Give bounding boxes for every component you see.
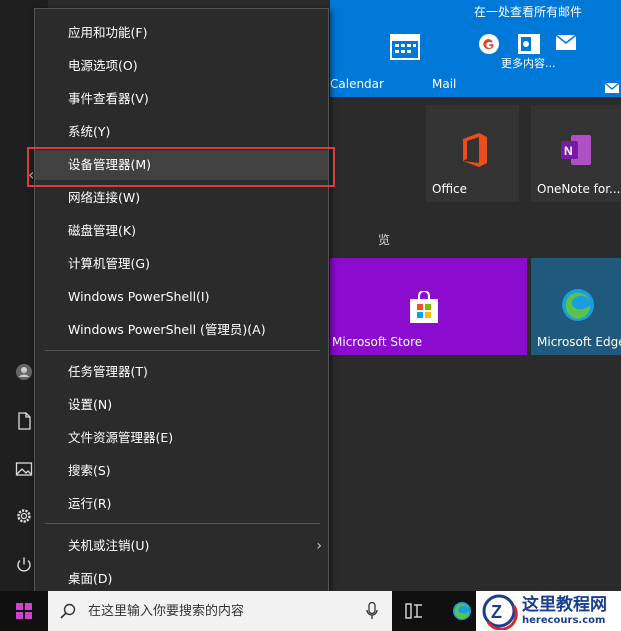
- documents-icon[interactable]: [14, 411, 34, 431]
- menu-item-label: 电源选项(O): [68, 58, 138, 73]
- menu-item-search[interactable]: 搜索(S): [35, 456, 328, 486]
- outlook-icon: [518, 34, 540, 54]
- user-avatar-icon[interactable]: [14, 362, 34, 382]
- google-icon: [479, 34, 499, 54]
- watermark-logo-icon: Z: [482, 594, 518, 630]
- menu-item-computer-management[interactable]: 计算机管理(G): [35, 249, 328, 279]
- task-view-icon[interactable]: [404, 601, 424, 621]
- watermark-title: 这里教程网: [522, 595, 607, 615]
- power-icon[interactable]: [14, 555, 34, 575]
- menu-item-event-viewer[interactable]: 事件查看器(V): [35, 84, 328, 114]
- menu-item-power-options[interactable]: 电源选项(O): [35, 51, 328, 81]
- settings-gear-icon[interactable]: [14, 506, 34, 526]
- microsoft-store-tile[interactable]: Microsoft Store: [330, 258, 527, 355]
- svg-text:N: N: [564, 144, 573, 158]
- menu-item-apps-features[interactable]: 应用和功能(F): [35, 18, 328, 48]
- windows-logo-icon: [16, 603, 32, 619]
- menu-item-label: 关机或注销(U): [68, 538, 150, 553]
- menu-item-system[interactable]: 系统(Y): [35, 117, 328, 147]
- search-icon: [60, 603, 76, 619]
- mail-more-text: 更多内容...: [501, 57, 556, 70]
- site-watermark: Z 这里教程网 herecours.com: [476, 591, 621, 631]
- mail-badge-icon: [605, 83, 619, 93]
- menu-item-label: 网络连接(W): [68, 190, 141, 205]
- onenote-tile[interactable]: N OneNote for...: [531, 105, 621, 202]
- edge-taskbar-icon[interactable]: [452, 601, 472, 621]
- menu-item-label: 计算机管理(G): [68, 256, 150, 271]
- menu-item-file-explorer[interactable]: 文件资源管理器(E): [35, 423, 328, 453]
- menu-item-label: 应用和功能(F): [68, 25, 148, 40]
- menu-item-label: 搜索(S): [68, 463, 111, 478]
- menu-item-label: 磁盘管理(K): [68, 223, 136, 238]
- start-button[interactable]: [0, 591, 48, 631]
- pictures-icon[interactable]: [14, 459, 34, 479]
- menu-item-disk-management[interactable]: 磁盘管理(K): [35, 216, 328, 246]
- menu-item-label: 任务管理器(T): [68, 364, 148, 379]
- menu-item-desktop[interactable]: 桌面(D): [35, 564, 328, 594]
- office-tile-label: Office: [432, 182, 468, 196]
- menu-item-label: Windows PowerShell(I): [68, 289, 210, 304]
- menu-item-label: Windows PowerShell (管理员)(A): [68, 322, 266, 337]
- taskbar-search-box[interactable]: [48, 591, 392, 631]
- tile-group-title: 览: [378, 233, 391, 247]
- envelope-icon: [556, 35, 576, 50]
- menu-item-network-connections[interactable]: 网络连接(W): [35, 183, 328, 213]
- onenote-icon: N: [561, 135, 591, 165]
- menu-item-settings[interactable]: 设置(N): [35, 390, 328, 420]
- calendar-icon: [390, 34, 420, 60]
- store-tile-label: Microsoft Store: [332, 335, 423, 349]
- menu-item-label: 文件资源管理器(E): [68, 430, 174, 445]
- menu-item-label: 事件查看器(V): [68, 91, 149, 106]
- edge-icon: [562, 289, 594, 321]
- menu-item-label: 运行(R): [68, 496, 112, 511]
- menu-item-label: 设置(N): [68, 397, 113, 412]
- mail-tile-header: 在一处查看所有邮件: [474, 5, 583, 19]
- office-icon: [463, 133, 487, 167]
- edge-tile-label: Microsoft Edge: [537, 335, 621, 349]
- menu-separator: [45, 523, 320, 524]
- mail-tile[interactable]: 在一处查看所有邮件 更多内容... Mail: [426, 0, 621, 97]
- onenote-tile-label: OneNote for...: [537, 182, 621, 196]
- menu-item-label: 系统(Y): [68, 124, 111, 139]
- menu-item-shutdown-signout[interactable]: 关机或注销(U) ›: [35, 531, 328, 561]
- store-bag-icon: [410, 291, 438, 323]
- calendar-tile-label: Calendar: [330, 77, 384, 91]
- mail-tile-label: Mail: [432, 77, 457, 91]
- search-input[interactable]: [86, 602, 360, 620]
- winx-context-menu: 应用和功能(F) 电源选项(O) 事件查看器(V) 系统(Y) 设备管理器(M)…: [34, 8, 329, 603]
- menu-item-label: 桌面(D): [68, 571, 113, 586]
- menu-item-powershell-admin[interactable]: Windows PowerShell (管理员)(A): [35, 315, 328, 345]
- highlight-annotation-box: [27, 147, 335, 187]
- menu-item-task-manager[interactable]: 任务管理器(T): [35, 357, 328, 387]
- microphone-icon[interactable]: [366, 602, 378, 620]
- chevron-right-icon: ›: [316, 538, 322, 554]
- watermark-url: herecours.com: [522, 615, 606, 626]
- menu-separator: [45, 350, 320, 351]
- microsoft-edge-tile[interactable]: Microsoft Edge: [531, 258, 621, 355]
- menu-item-powershell[interactable]: Windows PowerShell(I): [35, 282, 328, 312]
- menu-item-run[interactable]: 运行(R): [35, 489, 328, 519]
- svg-text:Z: Z: [491, 602, 502, 622]
- office-tile[interactable]: Office: [426, 105, 519, 202]
